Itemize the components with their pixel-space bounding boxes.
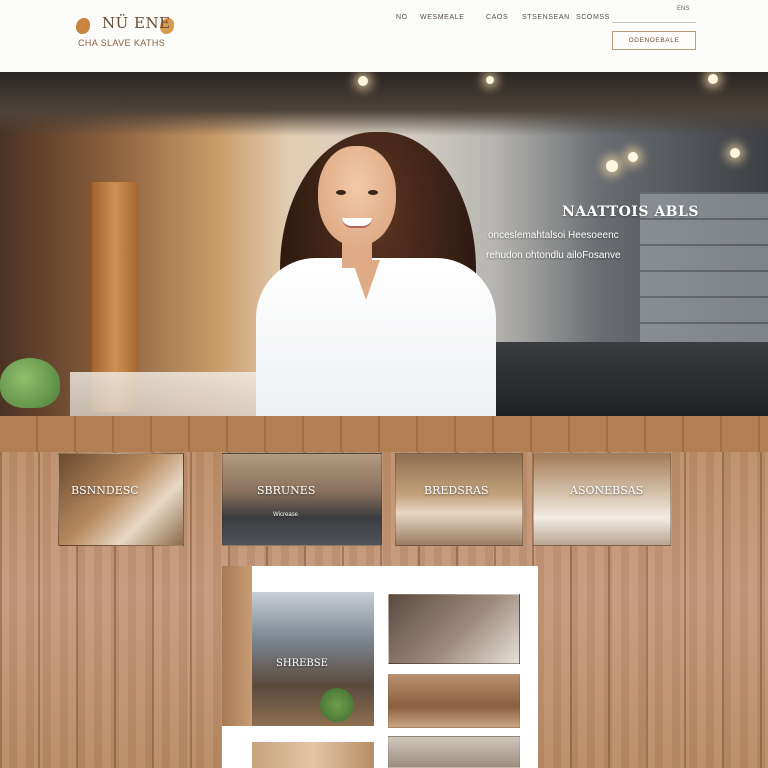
plant-icon (320, 688, 354, 722)
nav-item-4[interactable]: STSENSEAN (522, 14, 570, 21)
logo-subtitle: CHA SLAVE KATHS (78, 38, 166, 48)
utility-link[interactable]: ENS (677, 6, 689, 12)
gallery-thumbnail[interactable] (388, 594, 520, 664)
book-button[interactable]: ODENOEBALE (612, 31, 696, 50)
feature-card-label: BREDSRAS (424, 484, 489, 497)
gallery-photo-label: SHREBSE (276, 658, 328, 669)
brand-logo[interactable]: NÜ ENE CHA SLAVE KATHS (74, 12, 184, 52)
nav-item-1[interactable]: NO (396, 14, 408, 21)
panel-frame (222, 566, 252, 726)
feature-card[interactable]: ASONEBSAS (533, 453, 671, 546)
feature-card-label: SBRUNES (257, 484, 316, 497)
bar-counter (488, 342, 768, 416)
nav-item-3[interactable]: CAOS (486, 14, 508, 21)
feature-card-label: ASONEBSAS (570, 484, 644, 497)
feature-card[interactable]: SBRUNES Wicrease (222, 453, 382, 546)
ceiling-light (708, 74, 718, 84)
hero-tagline-1: onceslemahtalsoi Heesoeenc (488, 230, 619, 241)
logo-title: NÜ ENE (102, 14, 171, 32)
hero-tagline-2: rehudon ohtondlu ailoFosanve (486, 250, 621, 261)
ceiling-light (628, 152, 638, 162)
nav-item-5[interactable]: SCOMSS (576, 14, 610, 21)
hero-portrait (256, 132, 496, 416)
gallery-panel: SHREBSE (252, 566, 538, 768)
dining-table (70, 372, 270, 416)
hero-title: NAATTOIS ABLS (562, 204, 699, 220)
ceiling-light (730, 148, 740, 158)
site-header: NÜ ENE CHA SLAVE KATHS NO WESMEALE CAOS … (0, 0, 768, 72)
header-divider (612, 22, 696, 23)
feature-card-subtitle: Wicrease (273, 512, 299, 518)
ceiling-light (358, 76, 368, 86)
panel-frame-base (222, 726, 252, 768)
gallery-strip-image[interactable] (252, 742, 374, 768)
ceiling-light (486, 76, 494, 84)
feature-card-label: BSNNDESC (71, 484, 139, 497)
hero-banner: NAATTOIS ABLS onceslemahtalsoi Heesoeenc… (0, 72, 768, 416)
wood-ledge (0, 416, 768, 452)
plant-decoration (0, 358, 60, 408)
nav-item-2[interactable]: WESMEALE (420, 14, 464, 21)
gallery-photo[interactable]: SHREBSE (252, 592, 374, 726)
hero-ceiling (0, 72, 768, 136)
gallery-thumbnail[interactable] (388, 674, 520, 728)
gallery-thumbnail[interactable] (388, 736, 520, 768)
feature-card[interactable]: BSNNDESC (58, 453, 184, 546)
ceiling-light (606, 160, 618, 172)
feature-card[interactable]: BREDSRAS (395, 453, 523, 546)
